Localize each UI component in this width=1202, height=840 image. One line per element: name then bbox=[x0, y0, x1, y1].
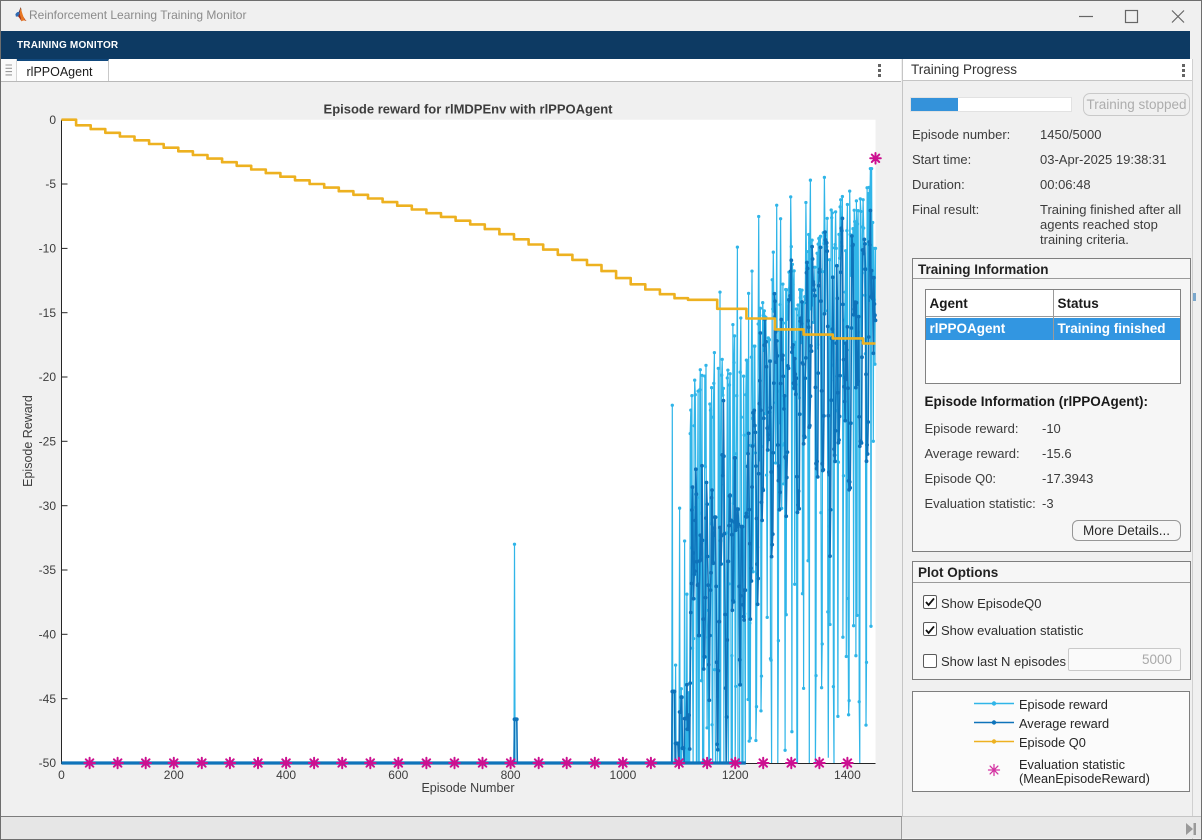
svg-text:1200: 1200 bbox=[722, 768, 749, 782]
svg-text:800: 800 bbox=[501, 768, 521, 782]
svg-text:-5: -5 bbox=[45, 177, 56, 191]
svg-text:-10: -10 bbox=[39, 242, 57, 256]
svg-text:1400: 1400 bbox=[834, 768, 861, 782]
svg-text:600: 600 bbox=[388, 768, 408, 782]
svg-text:-25: -25 bbox=[39, 435, 57, 449]
svg-text:Episode reward for rlMDPEnv wi: Episode reward for rlMDPEnv with rlPPOAg… bbox=[324, 102, 614, 117]
svg-text:1000: 1000 bbox=[610, 768, 637, 782]
svg-text:-35: -35 bbox=[39, 563, 57, 577]
svg-text:Episode Reward: Episode Reward bbox=[21, 395, 35, 487]
svg-text:-45: -45 bbox=[39, 692, 57, 706]
svg-text:400: 400 bbox=[276, 768, 296, 782]
svg-text:Episode Number: Episode Number bbox=[421, 781, 514, 795]
svg-text:-50: -50 bbox=[39, 756, 57, 770]
svg-text:0: 0 bbox=[58, 768, 65, 782]
svg-text:200: 200 bbox=[164, 768, 184, 782]
svg-text:-20: -20 bbox=[39, 370, 57, 384]
svg-text:-40: -40 bbox=[39, 628, 57, 642]
svg-text:-30: -30 bbox=[39, 499, 57, 513]
svg-text:0: 0 bbox=[49, 113, 56, 127]
svg-text:-15: -15 bbox=[39, 306, 57, 320]
